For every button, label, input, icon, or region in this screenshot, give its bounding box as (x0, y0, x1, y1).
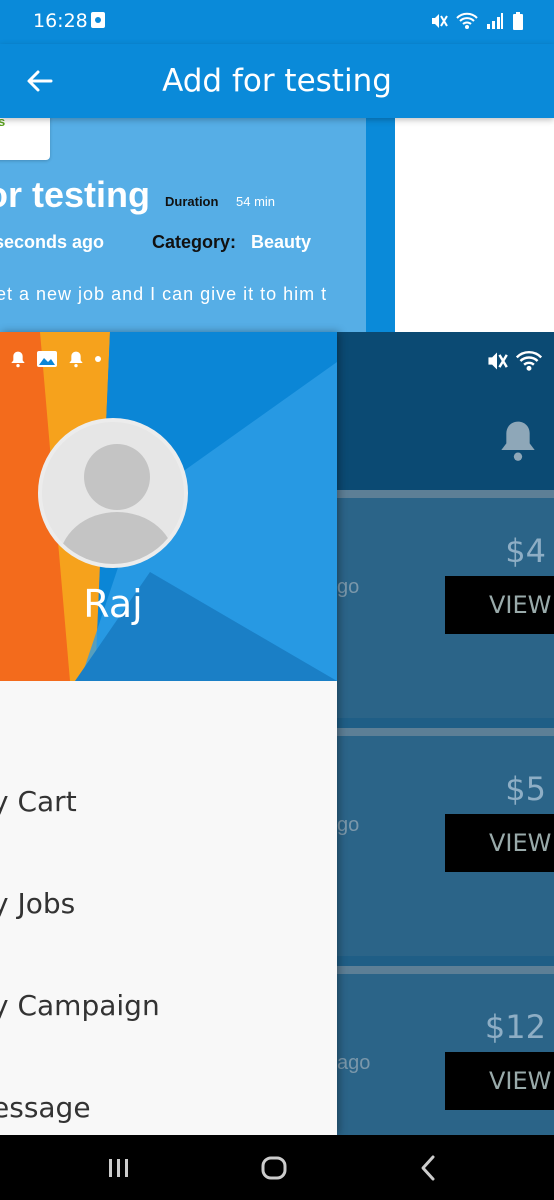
menu-item-cart[interactable]: y Cart (0, 785, 77, 818)
app-bar: Add for testing (0, 44, 554, 118)
status-time: 16:28 (33, 10, 88, 32)
status-bar: 16:28 (0, 0, 554, 44)
mute-icon (432, 14, 448, 28)
posted-ago: seconds ago (0, 232, 105, 252)
notification-icon (91, 12, 105, 28)
mute-icon (488, 352, 508, 370)
background-job-list: $4 go VIEW $5 go VIEW $12 ago VIEW (337, 332, 554, 1194)
job-tag: s (0, 118, 50, 160)
menu-item-jobs[interactable]: y Jobs (0, 887, 75, 920)
page-title: Add for testing (162, 63, 392, 99)
job-price: $12 (484, 1008, 546, 1046)
job-posted-ago: go (337, 814, 360, 836)
system-icons (430, 12, 524, 30)
bell-icon (69, 351, 83, 368)
job-posted-ago: ago (337, 1052, 371, 1074)
job-card[interactable]: $5 go VIEW (337, 728, 554, 956)
bell-icon (501, 421, 535, 461)
menu-item-campaign[interactable]: y Campaign (0, 989, 160, 1022)
job-description: et a new job and I can give it to him t (0, 284, 328, 304)
job-detail-hero: s or testing Duration 54 min seconds ago… (0, 118, 366, 332)
battery-icon (513, 12, 523, 30)
image-icon (37, 351, 57, 367)
wifi-icon (515, 350, 543, 371)
job-price: $4 (505, 532, 546, 570)
job-title: or testing (0, 174, 151, 215)
divider-strip (366, 118, 395, 332)
view-button[interactable]: VIEW (445, 814, 554, 872)
category-value: Beauty (251, 232, 312, 252)
back-icon[interactable] (414, 1153, 444, 1183)
menu-item-message[interactable]: essage (0, 1091, 91, 1124)
signal-icon (487, 13, 503, 29)
dot-icon (95, 356, 101, 362)
home-icon[interactable] (259, 1153, 289, 1183)
view-button[interactable]: VIEW (445, 576, 554, 634)
avatar[interactable] (38, 418, 188, 568)
duration-label: Duration (165, 194, 219, 209)
navigation-drawer[interactable]: Raj y Cart y Jobs y Campaign essage (0, 332, 337, 1135)
user-name: Raj (83, 582, 143, 626)
wifi-icon (456, 12, 478, 29)
system-nav-bar (0, 1135, 554, 1200)
view-button[interactable]: VIEW (445, 1052, 554, 1110)
drawer-header: Raj (0, 332, 337, 681)
job-price: $5 (505, 770, 546, 808)
drawer-status-icons (10, 350, 102, 368)
duration-value: 54 min (236, 194, 276, 209)
job-posted-ago: go (337, 576, 360, 598)
job-card[interactable]: $4 go VIEW (337, 490, 554, 718)
screen: 16:28 Add for testing s or testing Durat… (0, 0, 554, 1200)
category-label: Category: (152, 232, 237, 252)
side-panel (395, 118, 554, 332)
bell-icon (11, 351, 25, 368)
recent-apps-icon[interactable] (104, 1153, 134, 1183)
background-status-bar (337, 332, 554, 394)
